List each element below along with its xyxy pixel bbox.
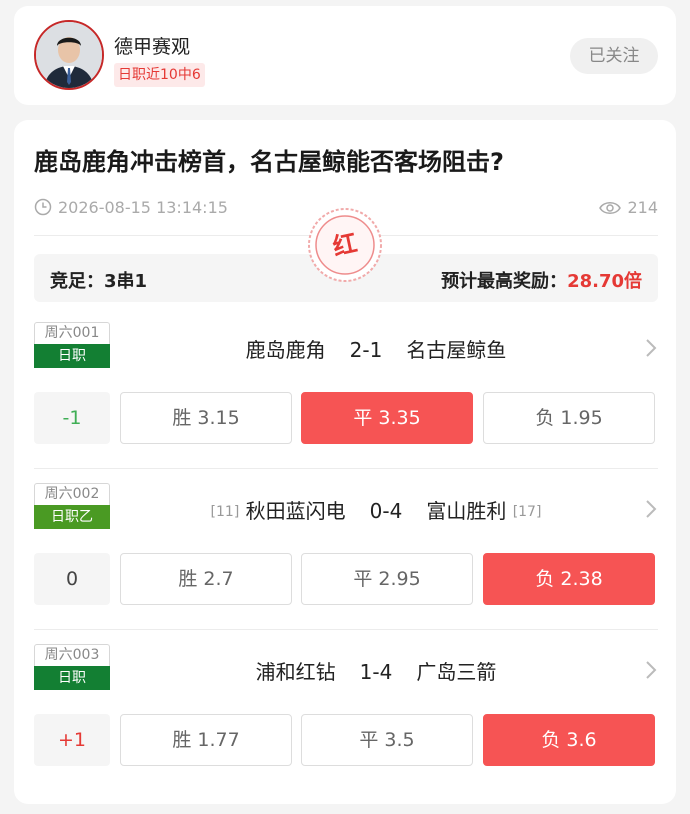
away-team: 广岛三箭: [416, 660, 497, 684]
league-tag: 周六003 日职: [34, 644, 110, 690]
eye-icon: [599, 200, 622, 220]
play-type: 竞足：3串1: [50, 271, 148, 292]
match-item[interactable]: 周六002 日职乙 [11] 秋田蓝闪电 0-4 富山胜利 [17] 0 胜 2.7…: [34, 483, 658, 643]
divider: [34, 629, 658, 630]
odds-draw-button[interactable]: 平 3.35: [301, 392, 473, 444]
teams-row: 鹿岛鹿角 2-1 名古屋鲸鱼: [134, 334, 618, 364]
handicap: -1: [34, 392, 110, 444]
handicap: +1: [34, 714, 110, 766]
match-number: 周六002: [34, 483, 110, 505]
follow-button[interactable]: 已关注: [570, 38, 658, 74]
handicap: 0: [34, 553, 110, 605]
home-team: 浦和红钻: [255, 660, 336, 684]
odds-win-button[interactable]: 胜 3.15: [120, 392, 292, 444]
league-name: 日职乙: [34, 505, 110, 529]
odds-loss-button[interactable]: 负 1.95: [483, 392, 655, 444]
author-card: 德甲赛观 日职近10中6 已关注: [14, 6, 676, 105]
max-prize-label: 预计最高奖励：: [441, 271, 568, 292]
match-score: 2-1: [349, 338, 383, 362]
match-item[interactable]: 周六001 日职 鹿岛鹿角 2-1 名古屋鲸鱼 -1 胜 3.15 平 3.35 负…: [34, 322, 658, 482]
max-prize-value: 28.70倍: [567, 271, 642, 292]
avatar[interactable]: [34, 20, 104, 90]
divider: [34, 468, 658, 469]
chevron-right-icon[interactable]: [644, 498, 658, 524]
author-record-badge: 日职近10中6: [114, 63, 205, 87]
view-count: 214: [599, 198, 658, 220]
league-name: 日职: [34, 344, 110, 368]
publish-time-text: 2026-08-15 13:14:15: [58, 198, 228, 217]
home-team: 秋田蓝闪电: [245, 499, 346, 523]
win-stamp: 红: [306, 206, 384, 284]
match-score: 0-4: [369, 499, 403, 523]
away-team: 富山胜利: [426, 499, 507, 523]
home-team: 鹿岛鹿角: [245, 338, 326, 362]
match-number: 周六003: [34, 644, 110, 666]
odds-win-button[interactable]: 胜 1.77: [120, 714, 292, 766]
teams-row: 浦和红钻 1-4 广岛三箭: [134, 656, 618, 686]
league-name: 日职: [34, 666, 110, 690]
odds-loss-button[interactable]: 负 3.6: [483, 714, 655, 766]
away-team: 名古屋鲸鱼: [406, 338, 507, 362]
publish-time: 2026-08-15 13:14:15: [34, 198, 228, 220]
author-name: 德甲赛观: [114, 36, 191, 58]
league-tag: 周六001 日职: [34, 322, 110, 368]
odds-loss-button[interactable]: 负 2.38: [483, 553, 655, 605]
odds-draw-button[interactable]: 平 3.5: [301, 714, 473, 766]
away-rank: [17]: [512, 504, 542, 520]
view-count-text: 214: [627, 198, 658, 217]
match-item[interactable]: 周六003 日职 浦和红钻 1-4 广岛三箭 +1 胜 1.77 平 3.5 负 3…: [34, 644, 658, 804]
chevron-right-icon[interactable]: [644, 659, 658, 685]
chevron-right-icon[interactable]: [644, 337, 658, 363]
prediction-card: 鹿岛鹿角冲击榜首，名古屋鲸能否客场阻击? 2026-08-15 13:14:15…: [14, 120, 676, 804]
clock-icon: [34, 198, 52, 220]
max-prize: 预计最高奖励：28.70倍: [441, 267, 642, 293]
article-title: 鹿岛鹿角冲击榜首，名古屋鲸能否客场阻击?: [34, 148, 504, 176]
odds-win-button[interactable]: 胜 2.7: [120, 553, 292, 605]
match-number: 周六001: [34, 322, 110, 344]
league-tag: 周六002 日职乙: [34, 483, 110, 529]
match-score: 1-4: [359, 660, 393, 684]
home-rank: [11]: [210, 504, 240, 520]
odds-draw-button[interactable]: 平 2.95: [301, 553, 473, 605]
teams-row: [11] 秋田蓝闪电 0-4 富山胜利 [17]: [134, 495, 618, 525]
